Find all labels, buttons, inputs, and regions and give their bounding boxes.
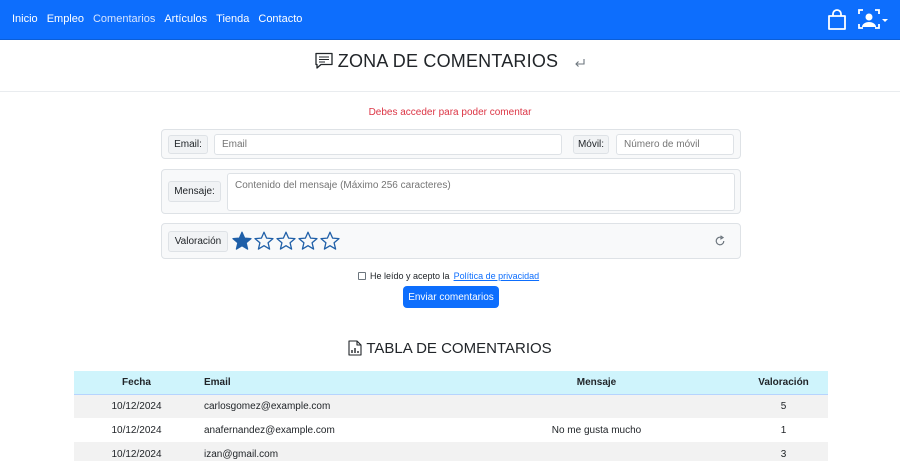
star-filled-icon[interactable] [232, 231, 252, 251]
phone-label: Móvil: [573, 135, 609, 154]
star-empty-icon[interactable] [298, 231, 318, 251]
cell-mensaje [454, 394, 739, 418]
header-fecha[interactable]: Fecha [74, 371, 199, 395]
email-phone-row: Email: Móvil: [161, 129, 741, 159]
header-mensaje[interactable]: Mensaje [454, 371, 739, 395]
rating-label: Valoración [168, 231, 228, 252]
cell-valoracion: 5 [739, 394, 828, 418]
cell-email: anafernandez@example.com [199, 418, 454, 442]
nav-link-tienda[interactable]: Tienda [216, 13, 249, 25]
cell-valoracion: 1 [739, 418, 828, 442]
nav-links: Inicio Empleo Comentarios Artículos Tien… [12, 13, 302, 25]
email-input[interactable] [214, 134, 562, 155]
message-row: Mensaje: [161, 169, 741, 214]
return-arrow-icon [575, 58, 585, 67]
nav-link-articulos[interactable]: Artículos [164, 13, 207, 25]
cell-fecha: 10/12/2024 [74, 394, 199, 418]
reset-rating-icon[interactable] [714, 235, 726, 247]
cell-valoracion: 3 [739, 442, 828, 461]
cell-mensaje: No me gusta mucho [454, 418, 739, 442]
login-required-message: Debes acceder para poder comentar [368, 107, 532, 118]
cell-fecha: 10/12/2024 [74, 442, 199, 461]
cell-email: carlosgomez@example.com [199, 394, 454, 418]
cell-email: izan@gmail.com [199, 442, 454, 461]
user-account-icon[interactable] [857, 8, 889, 32]
table-header-row: Fecha Email Mensaje Valoración [74, 371, 828, 395]
rating-row: Valoración [161, 223, 741, 259]
header-email[interactable]: Email [199, 371, 454, 395]
email-label: Email: [168, 135, 208, 154]
privacy-consent: He leído y acepto la Política de privaci… [358, 271, 539, 281]
comments-table: Fecha Email Mensaje Valoración 10/12/202… [74, 371, 828, 461]
table-row: 10/12/2024 izan@gmail.com 3 [74, 442, 828, 461]
submit-comments-button[interactable]: Enviar comentarios [403, 286, 499, 308]
table-title: TABLA DE COMENTARIOS [366, 339, 552, 357]
table-heading: TABLA DE COMENTARIOS [0, 338, 900, 358]
nav-link-contacto[interactable]: Contacto [258, 13, 302, 25]
chat-text-icon [315, 52, 333, 69]
message-textarea[interactable] [227, 173, 735, 211]
star-empty-icon[interactable] [320, 231, 340, 251]
cell-fecha: 10/12/2024 [74, 418, 199, 442]
comments-title: ZONA DE COMENTARIOS [337, 50, 559, 71]
comments-heading: ZONA DE COMENTARIOS [0, 49, 900, 73]
table-row: 10/12/2024 carlosgomez@example.com 5 [74, 394, 828, 418]
star-empty-icon[interactable] [254, 231, 274, 251]
privacy-policy-link[interactable]: Política de privacidad [454, 271, 540, 281]
consent-text: He leído y acepto la [370, 271, 450, 281]
privacy-checkbox[interactable] [358, 272, 366, 280]
navbar: Inicio Empleo Comentarios Artículos Tien… [0, 0, 900, 40]
star-empty-icon[interactable] [276, 231, 296, 251]
table-row: 10/12/2024 anafernandez@example.com No m… [74, 418, 828, 442]
table-chart-icon [348, 340, 362, 356]
nav-link-comentarios[interactable]: Comentarios [93, 13, 155, 25]
cell-mensaje [454, 442, 739, 461]
nav-link-empleo[interactable]: Empleo [47, 13, 84, 25]
phone-input[interactable] [616, 134, 734, 155]
shopping-bag-icon[interactable] [827, 9, 847, 31]
section-divider [0, 91, 900, 92]
header-valoracion[interactable]: Valoración [739, 371, 828, 395]
nav-link-inicio[interactable]: Inicio [12, 13, 38, 25]
message-label: Mensaje: [168, 181, 221, 202]
rating-stars[interactable] [232, 231, 340, 251]
